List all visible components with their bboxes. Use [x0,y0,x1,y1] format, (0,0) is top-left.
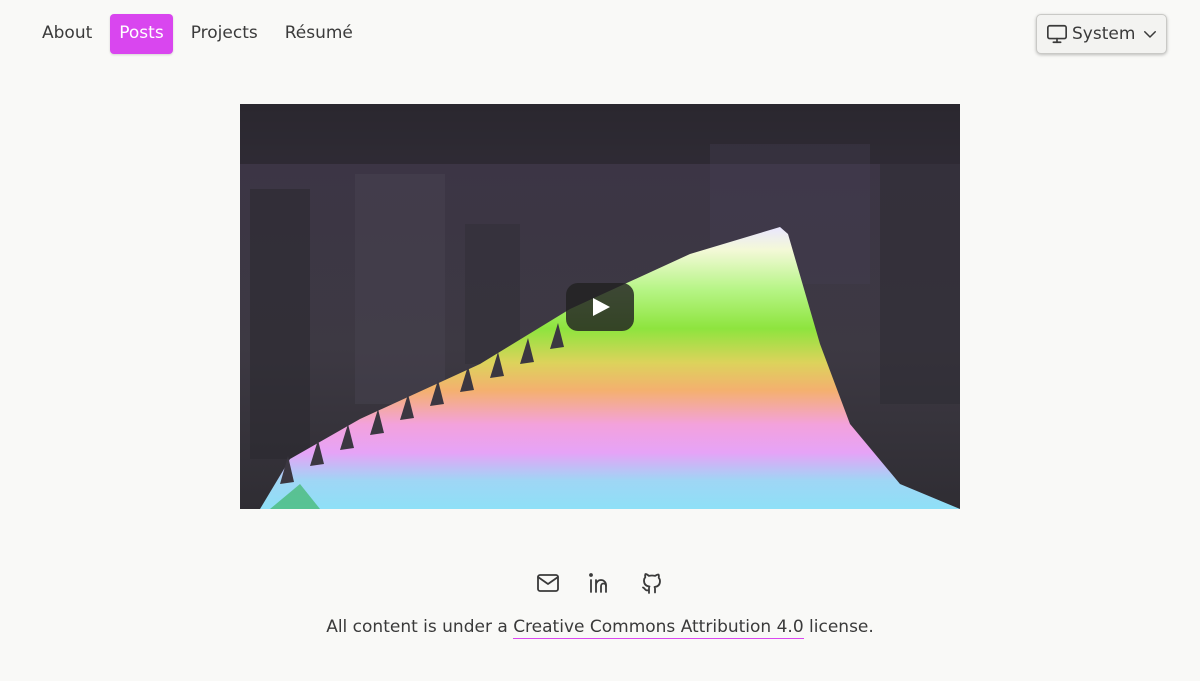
theme-select-button[interactable]: System [1036,14,1167,54]
footer-license: All content is under a Creative Commons … [0,617,1200,639]
nav-resume[interactable]: Résumé [276,14,362,54]
nav-posts[interactable]: Posts [110,14,173,54]
footer-prefix: All content is under a [326,617,508,637]
license-link[interactable]: Creative Commons Attribution 4.0 [513,617,804,639]
nav-about[interactable]: About [33,14,101,54]
theme-label: System [1072,24,1136,44]
monitor-icon [1047,24,1067,44]
video-embed[interactable] [240,104,960,509]
github-icon[interactable] [640,571,664,595]
mail-icon[interactable] [536,571,560,595]
nav-projects[interactable]: Projects [182,14,267,54]
chevron-down-icon [1144,31,1157,38]
play-icon[interactable] [566,283,634,331]
linkedin-icon[interactable] [588,571,612,595]
main-nav: About Posts Projects Résumé [33,14,371,54]
footer-suffix: license. [809,617,874,637]
social-links [536,571,664,595]
